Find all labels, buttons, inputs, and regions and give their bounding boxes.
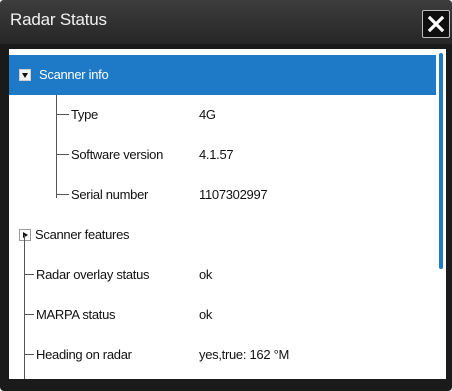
list-item-radar-overlay-status[interactable]: Radar overlay status ok xyxy=(9,255,436,295)
tree-node-scanner-features[interactable]: Scanner features xyxy=(9,215,436,255)
tree-connector xyxy=(24,354,34,355)
triangle-down-icon[interactable] xyxy=(19,69,31,81)
tree-node-label: Scanner info xyxy=(39,67,109,82)
list-item-software-version[interactable]: Software version 4.1.57 xyxy=(9,135,436,175)
tree-connector xyxy=(24,235,25,379)
item-value: ok xyxy=(199,307,213,322)
close-x-icon xyxy=(427,15,445,33)
item-label: MARPA status xyxy=(36,307,116,322)
triangle-right-icon[interactable] xyxy=(19,229,31,241)
status-tree-panel: Scanner info Type 4G Software version 4.… xyxy=(9,49,446,379)
item-value: ok xyxy=(199,267,213,282)
item-value: 4G xyxy=(199,107,216,122)
scrollbar-thumb[interactable] xyxy=(439,53,443,269)
tree-node-label: Scanner features xyxy=(35,227,130,242)
dialog-title: Radar Status xyxy=(10,10,107,29)
item-label: Type xyxy=(71,107,98,122)
list-item-heading-on-radar[interactable]: Heading on radar yes,true: 162 °M xyxy=(9,335,436,375)
item-label: Heading on radar xyxy=(36,347,132,362)
vertical-scrollbar[interactable] xyxy=(438,49,444,379)
close-button[interactable] xyxy=(422,10,450,38)
tree-connector xyxy=(24,274,34,275)
item-value: yes,true: 162 °M xyxy=(199,347,289,362)
item-label: Serial number xyxy=(71,187,149,202)
tree-connector xyxy=(56,114,69,115)
item-label: Radar overlay status xyxy=(36,267,150,282)
tree-node-scanner-info[interactable]: Scanner info xyxy=(9,55,436,95)
radar-status-dialog: Radar Status Scanner info Type 4G Softwa… xyxy=(0,0,452,391)
list-item-type[interactable]: Type 4G xyxy=(9,95,436,135)
item-value: 1107302997 xyxy=(199,187,268,202)
title-bar: Radar Status xyxy=(0,0,452,44)
item-label: Software version xyxy=(71,147,164,162)
tree-connector xyxy=(56,194,69,195)
tree-connector xyxy=(56,154,69,155)
tree-connector xyxy=(24,314,34,315)
list-item-serial-number[interactable]: Serial number 1107302997 xyxy=(9,175,436,215)
list-item-marpa-status[interactable]: MARPA status ok xyxy=(9,295,436,335)
item-value: 4.1.57 xyxy=(199,147,234,162)
